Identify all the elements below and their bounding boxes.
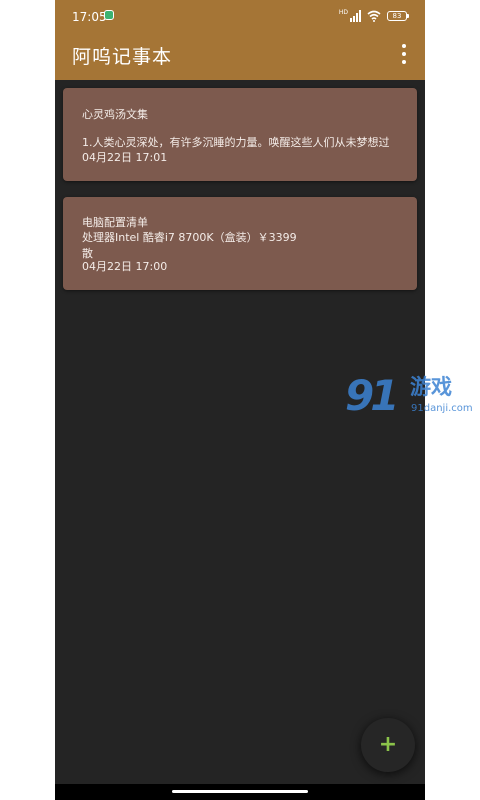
- app-title: 阿呜记事本: [72, 46, 173, 68]
- notification-app-icon: [104, 10, 114, 20]
- note-title: 心灵鸡汤文集: [82, 108, 148, 121]
- status-bar: 17:05 HD 83: [55, 0, 425, 33]
- status-time: 17:05: [72, 10, 107, 24]
- navigation-bar: [55, 784, 425, 800]
- add-icon: +: [378, 732, 398, 757]
- home-indicator[interactable]: [172, 790, 308, 793]
- note-card[interactable]: 心灵鸡汤文集 1.人类心灵深处，有许多沉睡的力量。唤醒这些人们从未梦想过 04月…: [63, 88, 417, 181]
- note-card[interactable]: 电脑配置清单 处理器Intel 酷睿i7 8700K（盒装）￥3399 散 04…: [63, 197, 417, 290]
- watermark-domain: 91danji.com: [411, 403, 473, 414]
- watermark-logo: 91 游戏 91danji.com: [345, 372, 480, 428]
- watermark-game-text: 游戏: [410, 375, 452, 399]
- status-icons: HD 83: [339, 9, 409, 23]
- signal-hd-label: HD: [338, 9, 348, 16]
- app-bar: 17:05 HD 83 阿呜记事本: [55, 0, 425, 80]
- watermark-91-logo: 91: [345, 371, 399, 420]
- wifi-icon: [367, 10, 381, 22]
- note-body: 处理器Intel 酷睿i7 8700K（盒装）￥3399 散: [82, 231, 297, 260]
- note-time: 04月22日 17:01: [82, 151, 168, 164]
- add-note-button[interactable]: +: [361, 718, 415, 772]
- note-time: 04月22日 17:00: [82, 260, 168, 273]
- cellular-signal-icon: HD: [339, 10, 361, 22]
- battery-icon: 83: [387, 11, 409, 21]
- more-vert-icon[interactable]: [397, 44, 411, 64]
- note-title: 电脑配置清单: [82, 216, 148, 229]
- note-body: 1.人类心灵深处，有许多沉睡的力量。唤醒这些人们从未梦想过: [82, 136, 390, 149]
